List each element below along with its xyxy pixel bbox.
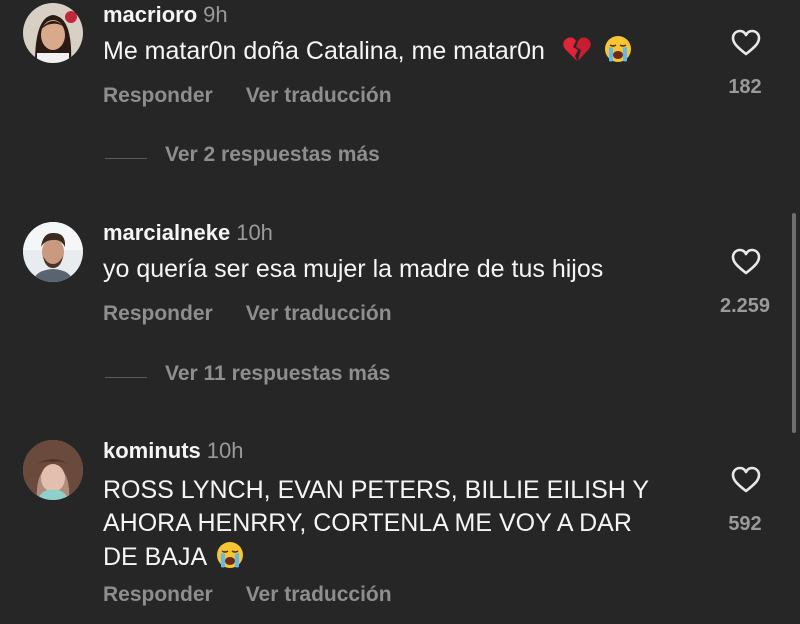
- replies-divider: [105, 377, 147, 378]
- comment-header: macrioro 9h: [103, 2, 228, 28]
- comment-text-body: yo quería ser esa mujer la madre de tus …: [103, 255, 604, 283]
- translate-button[interactable]: Ver traducción: [246, 302, 392, 325]
- replies-divider: [105, 158, 147, 159]
- heart-icon[interactable]: [731, 29, 761, 57]
- comment-time: 10h: [206, 438, 244, 463]
- translate-button[interactable]: Ver traducción: [246, 583, 392, 606]
- scrollbar[interactable]: [792, 213, 796, 433]
- loudly-crying-face-icon: [217, 542, 244, 568]
- like-count: 592: [728, 513, 762, 535]
- like-count: 182: [728, 76, 762, 98]
- username[interactable]: macrioro: [103, 2, 197, 27]
- comment-header: marcialneke 10h: [103, 220, 273, 246]
- comment-actions: Responder Ver traducción: [103, 302, 425, 326]
- view-more-replies-label[interactable]: Ver 11 respuestas más: [165, 362, 390, 386]
- comment-text-line: DE BAJA: [103, 543, 208, 571]
- comment-text: ROSS LYNCH, EVAN PETERS, BILLIE EILISH Y…: [103, 474, 683, 574]
- comment-header: kominuts 10h: [103, 438, 244, 464]
- broken-heart-icon: [563, 37, 591, 61]
- username[interactable]: marcialneke: [103, 220, 230, 245]
- like-count: 2.259: [719, 295, 771, 317]
- avatar[interactable]: [23, 440, 83, 500]
- comment-text-line: ROSS LYNCH, EVAN PETERS, BILLIE EILISH Y: [103, 476, 650, 504]
- comment-time: 9h: [203, 2, 228, 27]
- avatar[interactable]: [23, 222, 83, 282]
- view-more-replies-label[interactable]: Ver 2 respuestas más: [165, 143, 380, 167]
- comment-actions: Responder Ver traducción: [103, 583, 425, 607]
- comment-text-line-last: DE BAJA: [103, 540, 683, 574]
- comment-actions: Responder Ver traducción: [103, 84, 425, 108]
- reply-button[interactable]: Responder: [103, 84, 213, 107]
- loudly-crying-face-icon: [604, 36, 631, 62]
- heart-icon[interactable]: [731, 248, 761, 276]
- comment-time: 10h: [236, 220, 273, 245]
- comment-text-body: Me matar0n doña Catalina, me matar0n: [103, 37, 545, 65]
- comment-text: yo quería ser esa mujer la madre de tus …: [103, 253, 683, 286]
- translate-button[interactable]: Ver traducción: [246, 84, 392, 107]
- comment-text-line: AHORA HENRRY, CORTENLA ME VOY A DAR: [103, 509, 632, 537]
- username[interactable]: kominuts: [103, 438, 201, 463]
- reply-button[interactable]: Responder: [103, 583, 213, 606]
- comment-text: Me matar0n doña Catalina, me matar0n: [103, 34, 683, 68]
- heart-icon[interactable]: [731, 466, 761, 494]
- reply-button[interactable]: Responder: [103, 302, 213, 325]
- avatar[interactable]: [23, 3, 83, 63]
